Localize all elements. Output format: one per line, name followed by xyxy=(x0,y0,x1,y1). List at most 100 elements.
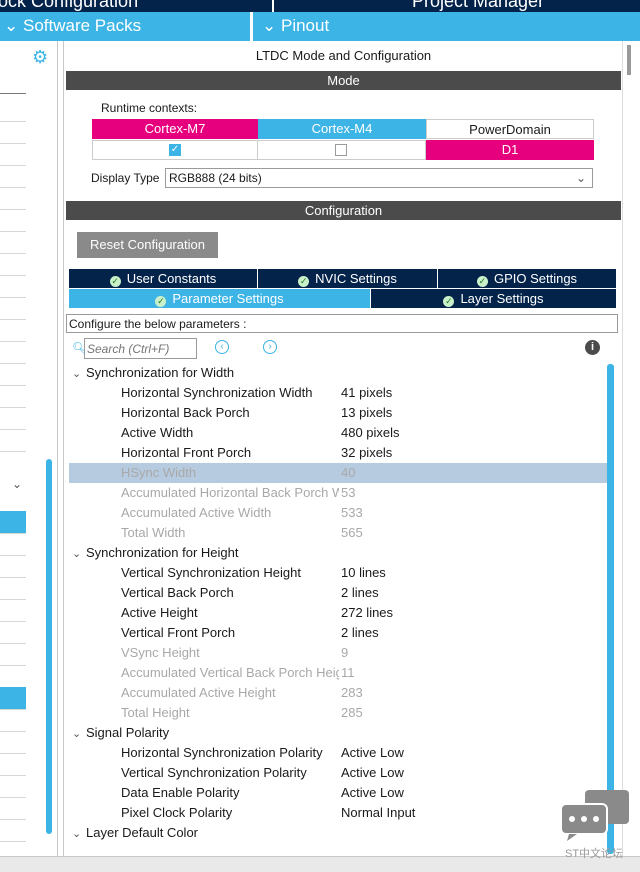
param-name: Accumulated Vertical Back Porch Heig. xyxy=(121,665,339,680)
param-row-selected[interactable]: HSync Width 40 xyxy=(69,463,609,483)
search-input[interactable] xyxy=(84,338,197,359)
categories-panel: ⚙ ⌄ xyxy=(0,41,58,856)
list-item[interactable] xyxy=(0,709,26,732)
param-row[interactable]: Horizontal Back Porch 13 pixels xyxy=(69,403,609,423)
param-name: Vertical Back Porch xyxy=(121,585,234,600)
display-type-select[interactable]: RGB888 (24 bits) ⌄ xyxy=(165,168,593,188)
group-layer-default-color[interactable]: ⌄ Layer Default Color xyxy=(72,823,198,843)
list-item[interactable] xyxy=(0,253,26,276)
tab-nvic-settings[interactable]: ✓ NVIC Settings xyxy=(258,269,438,288)
list-item[interactable] xyxy=(0,797,26,820)
list-item[interactable] xyxy=(0,665,26,688)
list-item[interactable] xyxy=(0,819,26,842)
param-name: Total Width xyxy=(121,525,186,540)
list-item[interactable] xyxy=(0,275,26,298)
list-item[interactable] xyxy=(0,319,26,342)
list-item[interactable] xyxy=(0,341,26,364)
param-row[interactable]: Accumulated Vertical Back Porch Heig. 11 xyxy=(69,663,609,683)
check-circle-icon: ✓ xyxy=(155,296,167,307)
param-row[interactable]: Vertical Synchronization Polarity Active … xyxy=(69,763,609,783)
group-synchronization-height[interactable]: ⌄ Synchronization for Height xyxy=(72,543,238,563)
list-item[interactable] xyxy=(0,775,26,798)
display-type-label: Display Type xyxy=(91,171,160,185)
chevron-down-icon: ⌄ xyxy=(72,368,82,380)
param-row[interactable]: Pixel Clock Polarity Normal Input xyxy=(69,803,609,823)
display-type-value: RGB888 (24 bits) xyxy=(169,171,262,185)
list-item[interactable] xyxy=(0,187,26,210)
list-item[interactable] xyxy=(0,143,26,166)
cortex-m4-checkbox[interactable] xyxy=(335,144,347,156)
tab-layer-settings[interactable]: ✓ Layer Settings xyxy=(371,289,617,308)
param-row[interactable]: Accumulated Horizontal Back Porch Wi 53 xyxy=(69,483,609,503)
collapse-handle[interactable] xyxy=(627,45,631,75)
param-name: Accumulated Active Width xyxy=(121,505,272,520)
param-row[interactable]: Vertical Synchronization Height 10 lines xyxy=(69,563,609,583)
chevron-down-icon: ⌄ xyxy=(575,171,586,185)
list-item-selected[interactable] xyxy=(0,687,26,710)
pinout-menu[interactable]: ⌄ Pinout xyxy=(262,16,329,36)
gear-icon[interactable]: ⚙ xyxy=(32,47,48,68)
list-item[interactable] xyxy=(0,209,26,232)
param-row[interactable]: Accumulated Active Width 533 xyxy=(69,503,609,523)
previous-icon[interactable]: ‹ xyxy=(215,340,229,354)
list-item[interactable] xyxy=(0,643,26,666)
menu-bar: ⌄ Software Packs ⌄ Pinout xyxy=(0,12,640,41)
param-value: 480 pixels xyxy=(341,425,400,440)
param-row[interactable]: Data Enable Polarity Active Low xyxy=(69,783,609,803)
list-item[interactable] xyxy=(0,165,26,188)
cortex-m7-checkbox[interactable]: ✓ xyxy=(169,144,181,156)
list-item[interactable] xyxy=(0,599,26,622)
tab-label: Layer Settings xyxy=(460,291,544,306)
group-label: Signal Polarity xyxy=(86,725,170,740)
list-item-selected[interactable] xyxy=(0,511,26,534)
parameters-scrollbar[interactable] xyxy=(607,364,614,854)
list-item[interactable] xyxy=(0,407,26,430)
tab-gpio-settings[interactable]: ✓ GPIO Settings xyxy=(438,269,617,288)
software-packs-menu[interactable]: ⌄ Software Packs xyxy=(4,16,141,36)
group-synchronization-width[interactable]: ⌄ Synchronization for Width xyxy=(72,363,234,383)
list-item[interactable] xyxy=(0,731,26,754)
param-row[interactable]: Horizontal Front Porch 32 pixels xyxy=(69,443,609,463)
reset-configuration-button[interactable]: Reset Configuration xyxy=(77,232,218,258)
param-row[interactable]: VSync Height 9 xyxy=(69,643,609,663)
chat-bubble-icon[interactable] xyxy=(560,790,631,842)
param-row[interactable]: Vertical Front Porch 2 lines xyxy=(69,623,609,643)
param-name: Horizontal Back Porch xyxy=(121,405,250,420)
param-row[interactable]: Total Height 285 xyxy=(69,703,609,723)
scrollbar[interactable] xyxy=(46,459,52,834)
chevron-down-icon: ⌄ xyxy=(262,16,277,35)
param-row[interactable]: Horizontal Synchronization Width 41 pixel… xyxy=(69,383,609,403)
chevron-down-icon: ⌄ xyxy=(4,16,19,35)
tab-parameter-settings[interactable]: ✓ Parameter Settings xyxy=(69,289,371,308)
list-item[interactable] xyxy=(0,231,26,254)
param-row[interactable]: Accumulated Active Height 283 xyxy=(69,683,609,703)
param-row[interactable]: Active Height 272 lines xyxy=(69,603,609,623)
tab-project-manager[interactable]: Project Manager xyxy=(412,0,544,12)
panel-title: LTDC Mode and Configuration xyxy=(255,48,432,63)
info-icon[interactable]: i xyxy=(585,340,600,355)
param-row[interactable]: Horizontal Synchronization Polarity Activ… xyxy=(69,743,609,763)
param-row[interactable]: Total Width 565 xyxy=(69,523,609,543)
list-item[interactable] xyxy=(0,121,26,144)
tab-clock-configuration[interactable]: ock Configuration xyxy=(0,0,138,12)
list-item[interactable] xyxy=(0,363,26,386)
param-name: Pixel Clock Polarity xyxy=(121,805,233,820)
next-icon[interactable]: › xyxy=(263,340,277,354)
chevron-down-icon[interactable]: ⌄ xyxy=(12,477,22,491)
list-item[interactable] xyxy=(0,533,26,556)
param-row[interactable]: Active Width 480 pixels xyxy=(69,423,609,443)
list-item[interactable] xyxy=(0,99,26,122)
list-item[interactable] xyxy=(0,753,26,776)
param-row[interactable]: Vertical Back Porch 2 lines xyxy=(69,583,609,603)
tab-user-constants[interactable]: ✓ User Constants xyxy=(69,269,258,288)
param-name: Active Height xyxy=(121,605,198,620)
list-item[interactable] xyxy=(0,297,26,320)
right-gutter xyxy=(622,41,640,856)
group-signal-polarity[interactable]: ⌄ Signal Polarity xyxy=(72,723,169,743)
list-item[interactable] xyxy=(0,385,26,408)
list-item[interactable] xyxy=(0,555,26,578)
list-item[interactable] xyxy=(0,621,26,644)
chevron-down-icon: ⌄ xyxy=(72,728,82,740)
list-item[interactable] xyxy=(0,577,26,600)
list-item[interactable] xyxy=(0,429,26,452)
